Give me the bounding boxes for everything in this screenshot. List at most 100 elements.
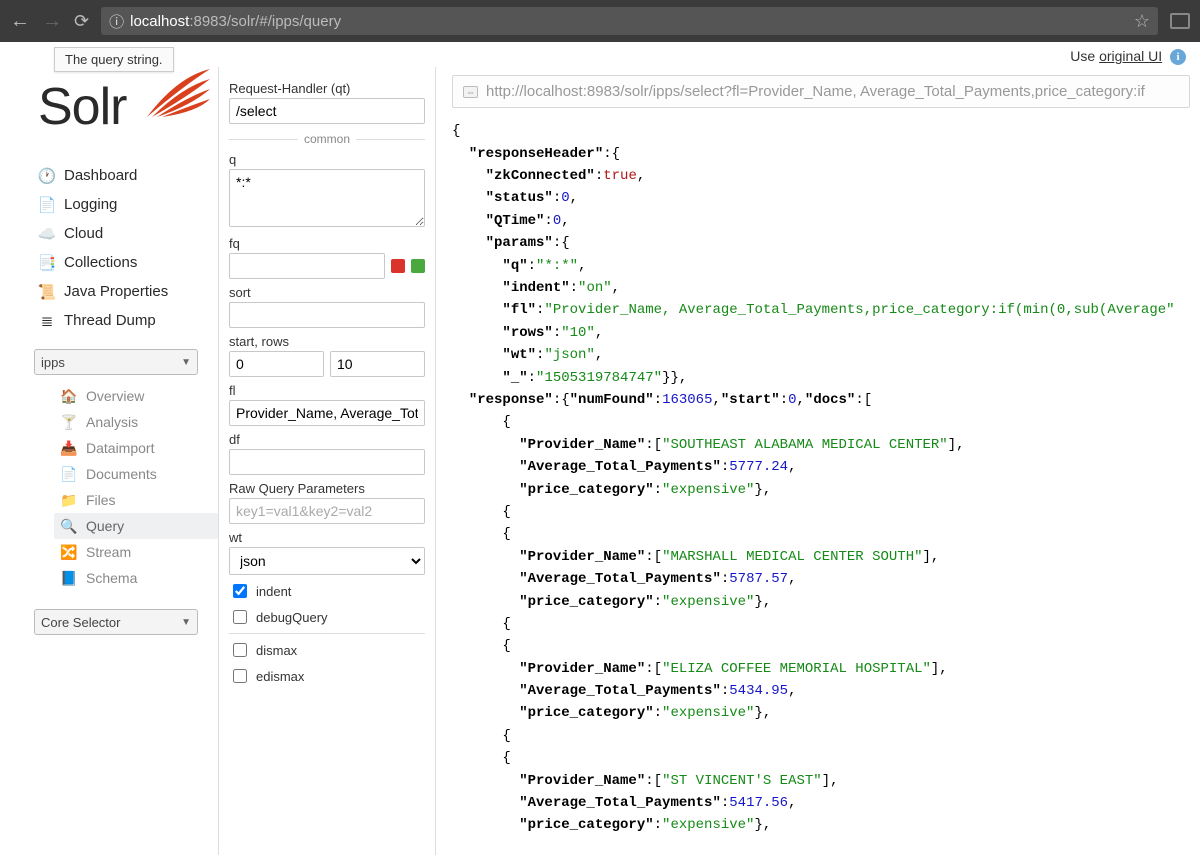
edismax-label: edismax bbox=[256, 669, 304, 684]
nav-item-label: Collections bbox=[64, 254, 137, 271]
import-icon: 📥 bbox=[60, 440, 78, 456]
bookmark-star-icon[interactable]: ☆ bbox=[1134, 11, 1150, 32]
logo-rays-icon bbox=[142, 67, 212, 122]
fq-input[interactable] bbox=[229, 253, 385, 279]
fl-input[interactable] bbox=[229, 400, 425, 426]
nav-item-label: Logging bbox=[64, 196, 117, 213]
cast-icon[interactable] bbox=[1170, 13, 1190, 29]
chevron-down-icon: ▼ bbox=[181, 617, 191, 628]
df-label: df bbox=[229, 432, 425, 447]
dismax-label: dismax bbox=[256, 643, 297, 658]
original-ui-prefix: Use bbox=[1070, 48, 1099, 64]
df-input[interactable] bbox=[229, 449, 425, 475]
core-selector-dropdown[interactable]: Core Selector ▼ bbox=[34, 609, 198, 635]
request-url-box[interactable]: ⇔ http://localhost:8983/solr/ipps/select… bbox=[452, 75, 1190, 108]
start-rows-label: start, rows bbox=[229, 334, 425, 349]
main-nav: 🕐 Dashboard 📄 Logging ☁️Cloud 📑 Collections 📜 Ja… bbox=[34, 161, 218, 335]
q-input[interactable] bbox=[229, 169, 425, 227]
subnav-item-label: Query bbox=[86, 518, 124, 534]
nav-item-label: Java Properties bbox=[64, 283, 168, 300]
collections-icon: 📑 bbox=[38, 255, 56, 271]
nav-item-cloud[interactable]: ☁️Cloud bbox=[34, 219, 218, 248]
sidebar: Solr 🕐 Dashboard 📄 Logging ☁️Cloud 📑 Collectio… bbox=[0, 67, 218, 855]
home-icon: 🏠 bbox=[60, 388, 78, 404]
chevron-down-icon: ▼ bbox=[181, 357, 191, 368]
wt-label: wt bbox=[229, 530, 425, 545]
debugquery-label: debugQuery bbox=[256, 610, 328, 625]
search-icon: 🔍 bbox=[60, 518, 78, 534]
core-selector-label: Core Selector bbox=[41, 615, 120, 630]
indent-label: indent bbox=[256, 584, 291, 599]
results-panel: ⇔ http://localhost:8983/solr/ipps/select… bbox=[436, 67, 1200, 855]
subnav-item-dataimport[interactable]: 📥 Dataimport bbox=[54, 435, 218, 461]
core-subnav: 🏠 Overview 🍸Analysis 📥 Dataimport 📄 Documents 📁… bbox=[54, 383, 218, 591]
schema-icon: 📘 bbox=[60, 570, 78, 586]
nav-item-label: Thread Dump bbox=[64, 312, 156, 329]
rows-input[interactable] bbox=[330, 351, 425, 377]
subnav-item-overview[interactable]: 🏠 Overview bbox=[54, 383, 218, 409]
fl-label: fl bbox=[229, 383, 425, 398]
raw-label: Raw Query Parameters bbox=[229, 481, 425, 496]
common-legend: common bbox=[229, 132, 425, 146]
url-path: :8983/solr/#/ipps/query bbox=[189, 13, 341, 30]
subnav-item-label: Documents bbox=[86, 466, 157, 482]
original-ui-link-row: Use original UI i bbox=[0, 42, 1200, 67]
logging-icon: 📄 bbox=[38, 197, 56, 213]
subnav-item-analysis[interactable]: 🍸Analysis bbox=[54, 409, 218, 435]
subnav-item-stream[interactable]: 🔀 Stream bbox=[54, 539, 218, 565]
fq-add-button[interactable] bbox=[411, 259, 425, 273]
subnav-item-label: Files bbox=[86, 492, 116, 508]
subnav-item-label: Schema bbox=[86, 570, 137, 586]
link-chip-icon: ⇔ bbox=[463, 86, 478, 98]
indent-checkbox[interactable] bbox=[233, 584, 247, 598]
folder-icon: 📁 bbox=[60, 492, 78, 508]
wt-select[interactable]: json bbox=[229, 547, 425, 575]
dashboard-icon: 🕐 bbox=[38, 168, 56, 184]
back-arrow-icon[interactable]: ← bbox=[10, 10, 30, 33]
qt-input[interactable] bbox=[229, 98, 425, 124]
thread-icon: ≣ bbox=[38, 313, 56, 329]
core-dropdown[interactable]: ipps ▼ bbox=[34, 349, 198, 375]
q-label: q bbox=[229, 152, 425, 167]
java-icon: 📜 bbox=[38, 284, 56, 300]
subnav-item-schema[interactable]: 📘 Schema bbox=[54, 565, 218, 591]
subnav-item-label: Stream bbox=[86, 544, 131, 560]
raw-params-input[interactable] bbox=[229, 498, 425, 524]
address-bar[interactable]: ⓘ localhost:8983/solr/#/ipps/query ☆ bbox=[101, 7, 1158, 35]
nav-item-thread-dump[interactable]: ≣ Thread Dump bbox=[34, 306, 218, 335]
site-info-icon[interactable]: ⓘ bbox=[109, 11, 124, 32]
reload-icon[interactable]: ⟳ bbox=[74, 11, 89, 32]
subnav-item-query[interactable]: 🔍 Query bbox=[54, 513, 218, 539]
dismax-checkbox[interactable] bbox=[233, 643, 247, 657]
nav-item-java-properties[interactable]: 📜 Java Properties bbox=[34, 277, 218, 306]
funnel-icon: 🍸 bbox=[60, 414, 78, 430]
subnav-item-label: Dataimport bbox=[86, 440, 154, 456]
subnav-item-documents[interactable]: 📄 Documents bbox=[54, 461, 218, 487]
debugquery-checkbox[interactable] bbox=[233, 610, 247, 624]
qt-label: Request-Handler (qt) bbox=[229, 81, 425, 96]
info-icon[interactable]: i bbox=[1170, 49, 1186, 65]
sort-label: sort bbox=[229, 285, 425, 300]
logo: Solr bbox=[34, 67, 218, 155]
start-input[interactable] bbox=[229, 351, 324, 377]
query-form: Request-Handler (qt) common q fq sort st… bbox=[218, 67, 436, 855]
stream-icon: 🔀 bbox=[60, 544, 78, 560]
fq-remove-button[interactable] bbox=[391, 259, 405, 273]
json-response: { "responseHeader":{ "zkConnected":true,… bbox=[452, 120, 1190, 837]
nav-item-dashboard[interactable]: 🕐 Dashboard bbox=[34, 161, 218, 190]
original-ui-link[interactable]: original UI bbox=[1099, 48, 1162, 64]
tooltip: The query string. bbox=[54, 47, 174, 72]
doc-icon: 📄 bbox=[60, 466, 78, 482]
nav-item-label: Dashboard bbox=[64, 167, 137, 184]
nav-item-logging[interactable]: 📄 Logging bbox=[34, 190, 218, 219]
fq-label: fq bbox=[229, 236, 425, 251]
request-url-text: http://localhost:8983/solr/ipps/select?f… bbox=[486, 83, 1145, 100]
url-host: localhost bbox=[130, 13, 189, 30]
nav-item-label: Cloud bbox=[64, 225, 103, 242]
sort-input[interactable] bbox=[229, 302, 425, 328]
edismax-checkbox[interactable] bbox=[233, 669, 247, 683]
nav-item-collections[interactable]: 📑 Collections bbox=[34, 248, 218, 277]
subnav-item-label: Overview bbox=[86, 388, 144, 404]
core-dropdown-value: ipps bbox=[41, 355, 65, 370]
subnav-item-files[interactable]: 📁 Files bbox=[54, 487, 218, 513]
